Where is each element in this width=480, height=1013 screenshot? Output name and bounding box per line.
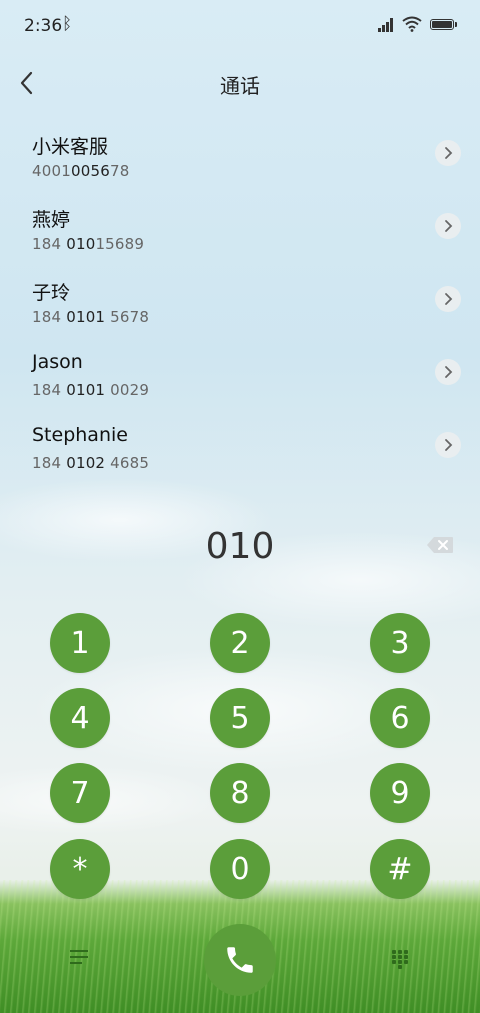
contact-name: Jason — [32, 351, 83, 373]
signal-icon — [378, 18, 396, 32]
chevron-right-icon — [445, 220, 453, 232]
contact-row[interactable]: Jason 184 0101 0029 — [0, 351, 480, 421]
chevron-right-icon — [445, 439, 453, 451]
contact-row[interactable]: 小米客服 4001005678 — [0, 132, 480, 202]
contact-number: 184 0101 0029 — [32, 381, 149, 399]
key-0[interactable]: 0 — [210, 839, 270, 899]
number-suffix: 78 — [109, 162, 130, 180]
key-9[interactable]: 9 — [370, 763, 430, 823]
wifi-icon — [402, 16, 422, 32]
contact-row[interactable]: 燕婷 184 01015689 — [0, 205, 480, 275]
number-prefix: 184 — [32, 381, 67, 399]
key-1[interactable]: 1 — [50, 613, 110, 673]
chevron-right-icon — [445, 293, 453, 305]
contact-detail-button[interactable] — [435, 286, 461, 312]
battery-icon — [430, 19, 454, 30]
dialpad-icon[interactable] — [390, 950, 410, 970]
number-match: 0102 — [66, 454, 106, 472]
backspace-icon[interactable] — [426, 536, 454, 554]
number-match: 0056 — [70, 162, 110, 180]
number-suffix: 4685 — [105, 454, 150, 472]
number-suffix: 0029 — [105, 381, 150, 399]
contact-row[interactable]: 子玲 184 0101 5678 — [0, 278, 480, 348]
battery-tip — [455, 22, 457, 27]
chevron-right-icon — [445, 366, 453, 378]
key-star[interactable]: * — [50, 839, 110, 899]
contact-detail-button[interactable] — [435, 140, 461, 166]
contact-name: 子玲 — [32, 282, 71, 304]
key-4[interactable]: 4 — [50, 688, 110, 748]
number-match: 0101 — [66, 308, 106, 326]
key-3[interactable]: 3 — [370, 613, 430, 673]
contact-detail-button[interactable] — [435, 213, 461, 239]
number-match: 010 — [66, 235, 96, 253]
number-suffix: 5678 — [105, 308, 150, 326]
dialed-number: 010 — [205, 526, 275, 567]
contact-detail-button[interactable] — [435, 432, 461, 458]
number-prefix: 4001 — [32, 162, 71, 180]
contact-name: 小米客服 — [32, 136, 109, 158]
contact-number: 4001005678 — [32, 162, 129, 180]
contact-detail-button[interactable] — [435, 359, 461, 385]
key-hash[interactable]: # — [370, 839, 430, 899]
contact-row[interactable]: Stephanie 184 0102 4685 — [0, 424, 480, 494]
bluetooth-icon: ᛒ — [62, 14, 73, 34]
number-prefix: 184 — [32, 308, 67, 326]
number-prefix: 184 — [32, 454, 67, 472]
key-2[interactable]: 2 — [210, 613, 270, 673]
key-5[interactable]: 5 — [210, 688, 270, 748]
contact-name: Stephanie — [32, 424, 128, 446]
key-7[interactable]: 7 — [50, 763, 110, 823]
status-time: 2:36 — [24, 16, 63, 36]
phone-icon — [227, 947, 253, 973]
number-suffix: 15689 — [95, 235, 145, 253]
number-match: 0101 — [66, 381, 106, 399]
contact-number: 184 0102 4685 — [32, 454, 149, 472]
contact-name: 燕婷 — [32, 209, 71, 231]
key-8[interactable]: 8 — [210, 763, 270, 823]
chevron-right-icon — [445, 147, 453, 159]
menu-icon[interactable] — [70, 950, 92, 968]
page-title: 通话 — [220, 74, 260, 98]
status-bar: 2:36 ᛒ — [0, 0, 480, 52]
contact-number: 184 01015689 — [32, 235, 144, 253]
call-button[interactable] — [204, 924, 276, 996]
key-6[interactable]: 6 — [370, 688, 430, 748]
number-prefix: 184 — [32, 235, 67, 253]
contact-number: 184 0101 5678 — [32, 308, 149, 326]
